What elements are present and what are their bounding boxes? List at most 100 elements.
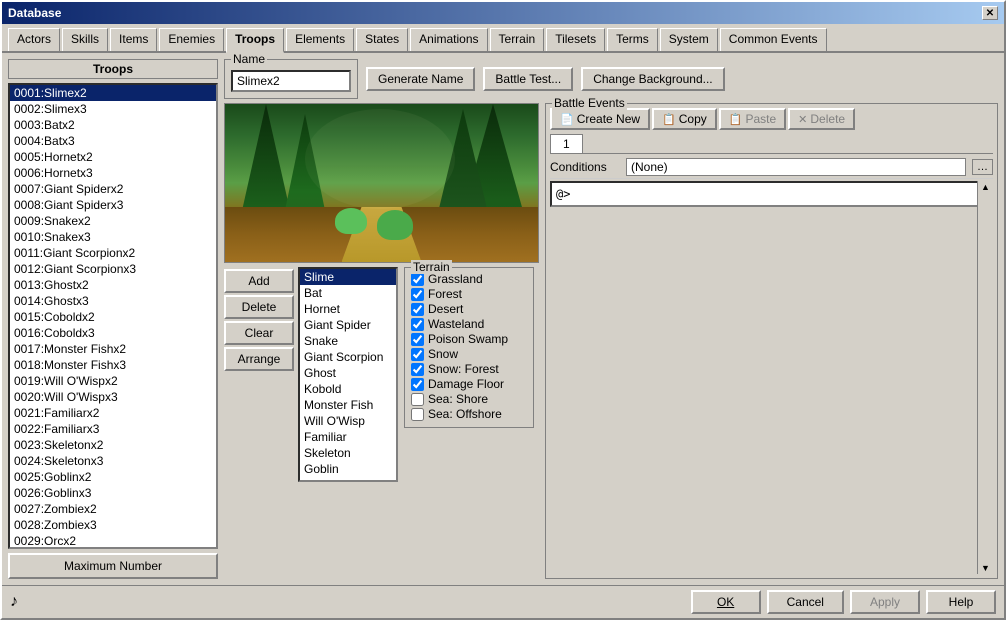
- tab-states[interactable]: States: [356, 28, 408, 51]
- conditions-edit-button[interactable]: …: [972, 159, 993, 175]
- troops-list-item[interactable]: 0025:Goblinx2: [10, 469, 216, 485]
- enemy-list-item[interactable]: Giant Scorpion: [300, 349, 396, 365]
- tab-elements[interactable]: Elements: [286, 28, 354, 51]
- terrain-checkbox[interactable]: [411, 273, 424, 286]
- troops-list-item[interactable]: 0010:Snakex3: [10, 229, 216, 245]
- enemy-list-item[interactable]: Giant Spider: [300, 317, 396, 333]
- delete-button[interactable]: Delete: [224, 295, 294, 319]
- troops-list-item[interactable]: 0022:Familiarx3: [10, 421, 216, 437]
- cancel-button[interactable]: Cancel: [767, 590, 844, 614]
- enemy-list-item[interactable]: Snake: [300, 333, 396, 349]
- generate-name-button[interactable]: Generate Name: [366, 67, 475, 91]
- enemy-list-item[interactable]: Ghost: [300, 365, 396, 381]
- battle-preview-image: [224, 103, 539, 263]
- enemy-list[interactable]: SlimeBatHornetGiant SpiderSnakeGiant Sco…: [298, 267, 398, 482]
- troops-list-item[interactable]: 0003:Batx2: [10, 117, 216, 133]
- tab-system[interactable]: System: [660, 28, 718, 51]
- tab-enemies[interactable]: Enemies: [159, 28, 224, 51]
- troops-list-item[interactable]: 0021:Familiarx2: [10, 405, 216, 421]
- terrain-checkbox[interactable]: [411, 393, 424, 406]
- battle-test-button[interactable]: Battle Test...: [483, 67, 573, 91]
- enemy-list-item[interactable]: Hornet: [300, 301, 396, 317]
- apply-button[interactable]: Apply: [850, 590, 920, 614]
- terrain-checkbox[interactable]: [411, 348, 424, 361]
- enemy-section: Add Delete Clear Arrange SlimeBatHornetG…: [224, 267, 398, 482]
- troops-list-item[interactable]: 0007:Giant Spiderx2: [10, 181, 216, 197]
- terrain-checkbox[interactable]: [411, 318, 424, 331]
- terrain-checkbox[interactable]: [411, 288, 424, 301]
- slime-2: [377, 210, 413, 240]
- terrain-checkbox[interactable]: [411, 363, 424, 376]
- change-background-button[interactable]: Change Background...: [581, 67, 724, 91]
- tab-items[interactable]: Items: [110, 28, 157, 51]
- terrain-item-label: Sea: Offshore: [428, 407, 502, 421]
- enemy-list-item[interactable]: Familiar: [300, 429, 396, 445]
- troops-list-item[interactable]: 0012:Giant Scorpionx3: [10, 261, 216, 277]
- terrain-item-label: Desert: [428, 302, 463, 316]
- troops-list-item[interactable]: 0027:Zombiex2: [10, 501, 216, 517]
- battle-events-panel: Battle Events 📄 Create New 📋 Copy: [545, 103, 998, 579]
- troops-list-item[interactable]: 0028:Zombiex3: [10, 517, 216, 533]
- troops-list-item[interactable]: 0023:Skeletonx2: [10, 437, 216, 453]
- name-input[interactable]: [231, 70, 351, 92]
- tab-animations[interactable]: Animations: [410, 28, 487, 51]
- enemy-list-item[interactable]: Slime: [300, 269, 396, 285]
- enemy-list-item[interactable]: Monster Fish: [300, 397, 396, 413]
- enemy-list-item[interactable]: Zombie: [300, 477, 396, 482]
- cancel-label: Cancel: [787, 595, 824, 609]
- tab-actors[interactable]: Actors: [8, 28, 60, 51]
- terrain-checkbox[interactable]: [411, 303, 424, 316]
- scroll-down-icon[interactable]: ▼: [981, 563, 990, 573]
- troops-list-item[interactable]: 0005:Hornetx2: [10, 149, 216, 165]
- help-button[interactable]: Help: [926, 590, 996, 614]
- enemy-list-item[interactable]: Will O'Wisp: [300, 413, 396, 429]
- troops-list-item[interactable]: 0011:Giant Scorpionx2: [10, 245, 216, 261]
- troops-list-item[interactable]: 0009:Snakex2: [10, 213, 216, 229]
- terrain-checkbox[interactable]: [411, 378, 424, 391]
- tab-terms[interactable]: Terms: [607, 28, 658, 51]
- scroll-up-icon[interactable]: ▲: [981, 182, 990, 192]
- close-button[interactable]: ✕: [982, 6, 998, 20]
- arrange-button[interactable]: Arrange: [224, 347, 294, 371]
- enemy-list-item[interactable]: Goblin: [300, 461, 396, 477]
- tab-skills[interactable]: Skills: [62, 28, 108, 51]
- troops-list-item[interactable]: 0019:Will O'Wispx2: [10, 373, 216, 389]
- troops-list-item[interactable]: 0004:Batx3: [10, 133, 216, 149]
- add-button[interactable]: Add: [224, 269, 294, 293]
- troops-list-item[interactable]: 0015:Coboldx2: [10, 309, 216, 325]
- troops-list-item[interactable]: 0014:Ghostx3: [10, 293, 216, 309]
- troops-list-item[interactable]: 0016:Coboldx3: [10, 325, 216, 341]
- troops-list-item[interactable]: 0013:Ghostx2: [10, 277, 216, 293]
- clear-button[interactable]: Clear: [224, 321, 294, 345]
- troops-list-item[interactable]: 0026:Goblinx3: [10, 485, 216, 501]
- scrollbar[interactable]: ▲ ▼: [977, 181, 993, 574]
- troops-list-item[interactable]: 0018:Monster Fishx3: [10, 357, 216, 373]
- enemy-list-item[interactable]: Skeleton: [300, 445, 396, 461]
- create-new-button[interactable]: 📄 Create New: [550, 108, 650, 130]
- terrain-checkbox[interactable]: [411, 408, 424, 421]
- tab-common-events[interactable]: Common Events: [720, 28, 827, 51]
- be-toolbar: 📄 Create New 📋 Copy 📋 Paste: [550, 108, 993, 130]
- tab-tilesets[interactable]: Tilesets: [546, 28, 605, 51]
- troops-list-item[interactable]: 0001:Slimex2: [10, 85, 216, 101]
- ok-button[interactable]: OK: [691, 590, 761, 614]
- troops-list-item[interactable]: 0029:Orcx2: [10, 533, 216, 549]
- troops-list-item[interactable]: 0006:Hornetx3: [10, 165, 216, 181]
- troops-list-item[interactable]: 0002:Slimex3: [10, 101, 216, 117]
- script-area[interactable]: @>: [550, 181, 993, 207]
- troops-list-item[interactable]: 0008:Giant Spiderx3: [10, 197, 216, 213]
- enemy-list-item[interactable]: Kobold: [300, 381, 396, 397]
- enemy-list-item[interactable]: Bat: [300, 285, 396, 301]
- tab-terrain[interactable]: Terrain: [490, 28, 545, 51]
- troops-list-item[interactable]: 0017:Monster Fishx2: [10, 341, 216, 357]
- be-tab-1[interactable]: 1: [550, 134, 583, 153]
- copy-button[interactable]: 📋 Copy: [652, 108, 717, 130]
- troops-list[interactable]: 0001:Slimex20002:Slimex30003:Batx20004:B…: [8, 83, 218, 549]
- tab-troops[interactable]: Troops: [226, 28, 284, 53]
- paste-button[interactable]: 📋 Paste: [719, 108, 786, 130]
- max-number-button[interactable]: Maximum Number: [8, 553, 218, 579]
- troops-list-item[interactable]: 0024:Skeletonx3: [10, 453, 216, 469]
- troops-list-item[interactable]: 0020:Will O'Wispx3: [10, 389, 216, 405]
- terrain-checkbox[interactable]: [411, 333, 424, 346]
- be-delete-button[interactable]: ✕ Delete: [788, 108, 855, 130]
